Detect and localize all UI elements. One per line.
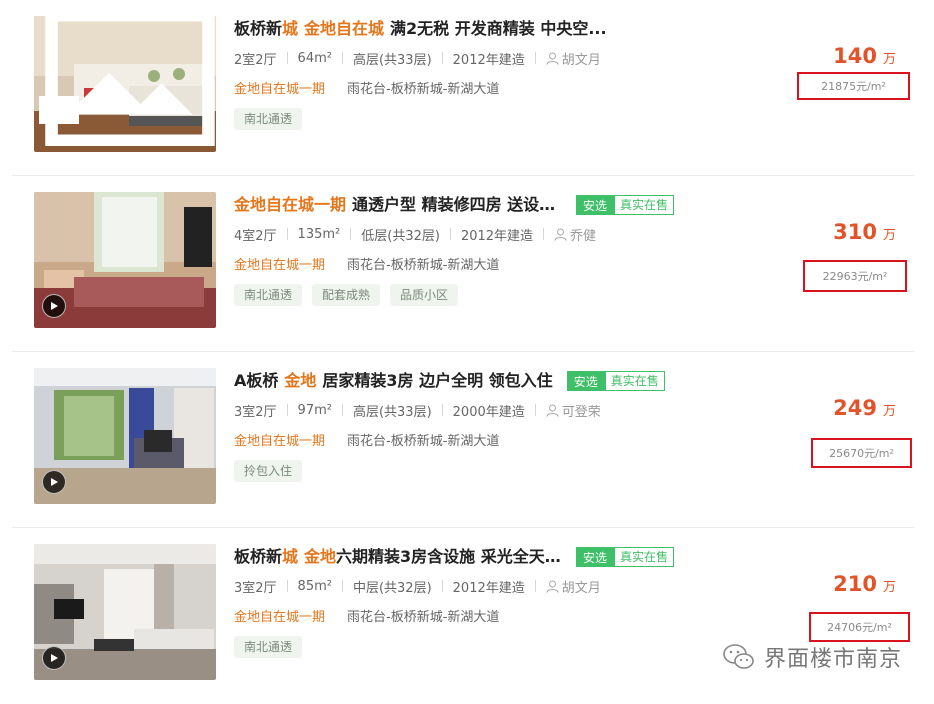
- address: 雨花台-板桥新城-新湖大道: [347, 433, 500, 449]
- verification-badges: 安选 真实在售: [566, 371, 665, 391]
- agent[interactable]: 胡文月: [546, 577, 601, 596]
- verification-badges: 安选 真实在售: [575, 547, 674, 567]
- listing-card[interactable]: 板桥新城金地六期精装3房含设施 采光全天 力小 ... 安选真实在售 3室2厅 …: [12, 528, 914, 704]
- verification-badges: 安选 真实在售: [575, 195, 674, 215]
- listing-info: 3室2厅 97m² 高层(共33层) 2000年建造 可登荣: [234, 400, 601, 420]
- listing-title[interactable]: 金地自在城一期通透户型 精装修四房 送设施 环境... 安选真实在售: [234, 192, 674, 218]
- play-icon[interactable]: [42, 470, 66, 494]
- listing-photo[interactable]: [34, 16, 216, 152]
- area: 64m²: [297, 50, 332, 66]
- unit-price: 25670元/m²: [811, 438, 912, 468]
- area: 97m²: [297, 402, 332, 418]
- tag: 配套成熟: [312, 284, 381, 306]
- user-icon: [546, 580, 559, 593]
- tag: 南北通透: [234, 284, 303, 306]
- tag-list: 南北通透: [234, 636, 303, 658]
- address: 雨花台-板桥新城-新湖大道: [347, 609, 500, 625]
- floor: 低层(共32层): [361, 228, 440, 244]
- listing-title[interactable]: A板桥 金地 居家精装3房 边户全明 领包入住 安选 真实在售: [234, 368, 674, 394]
- layout: 3室2厅: [234, 404, 277, 420]
- area: 135m²: [297, 226, 341, 242]
- community-link[interactable]: 金地自在城一期: [234, 606, 325, 625]
- listing-info: 4室2厅 135m² 低层(共32层) 2012年建造 乔健: [234, 224, 596, 244]
- unit-price: 22963元/m²: [803, 260, 907, 292]
- real-sale-badge: 真实在售: [613, 195, 674, 215]
- build-year: 2012年建造: [460, 228, 534, 244]
- user-icon: [546, 404, 559, 417]
- user-icon: [554, 228, 567, 241]
- layout: 3室2厅: [234, 580, 277, 596]
- user-icon: [546, 52, 559, 65]
- floor: 高层(共33层): [352, 404, 432, 420]
- address: 雨花台-板桥新城-新湖大道: [347, 81, 500, 97]
- total-price: 210 万: [833, 572, 896, 596]
- unit-price: 21875元/m²: [797, 72, 910, 100]
- build-year: 2012年建造: [452, 52, 525, 68]
- photo-icon: [45, 16, 215, 146]
- build-year: 2012年建造: [452, 580, 525, 596]
- unit-price: 24706元/m²: [809, 612, 910, 642]
- wechat-icon: [723, 644, 754, 669]
- listing-location: 金地自在城一期 雨花台-板桥新城-新湖大道: [234, 429, 499, 449]
- anxuan-badge: 安选: [566, 371, 605, 391]
- listing-card[interactable]: 金地自在城一期通透户型 精装修四房 送设施 环境... 安选真实在售 4室2厅 …: [12, 176, 914, 352]
- listing-location: 金地自在城一期 雨花台-板桥新城-新湖大道: [234, 605, 499, 625]
- listing-title[interactable]: 板桥新城金地六期精装3房含设施 采光全天 力小 ... 安选真实在售: [234, 544, 674, 570]
- listing-info: 2室2厅 64m² 高层(共33层) 2012年建造 胡文月: [234, 48, 601, 68]
- listing-location: 金地自在城一期 雨花台-板桥新城-新湖大道: [234, 253, 499, 273]
- agent[interactable]: 乔健: [554, 225, 596, 244]
- listing-info: 3室2厅 85m² 中层(共32层) 2012年建造 胡文月: [234, 576, 601, 596]
- address: 雨花台-板桥新城-新湖大道: [347, 257, 500, 273]
- anxuan-badge: 安选: [575, 547, 614, 567]
- tag: 品质小区: [390, 284, 459, 306]
- listing-location: 金地自在城一期 雨花台-板桥新城-新湖大道: [234, 77, 499, 97]
- real-sale-badge: 真实在售: [613, 547, 674, 567]
- layout: 2室2厅: [234, 52, 277, 68]
- tag-list: 南北通透 配套成熟 品质小区: [234, 284, 459, 306]
- watermark: 界面楼市南京: [722, 640, 902, 674]
- layout: 4室2厅: [234, 228, 277, 244]
- real-sale-badge: 真实在售: [604, 371, 665, 391]
- agent[interactable]: 胡文月: [546, 49, 601, 68]
- floor: 中层(共32层): [352, 580, 432, 596]
- community-link[interactable]: 金地自在城一期: [234, 78, 325, 97]
- tag: 南北通透: [234, 636, 303, 658]
- area: 85m²: [297, 578, 332, 594]
- floor: 高层(共33层): [352, 52, 432, 68]
- tag-list: 拎包入住: [234, 460, 303, 482]
- total-price: 249 万: [833, 396, 896, 420]
- total-price: 140 万: [833, 44, 896, 68]
- listing-photo[interactable]: [34, 544, 216, 680]
- listing-title[interactable]: 板桥新城 金地自在城 满2无税 开发商精装 中央空...: [234, 16, 674, 42]
- listing-photo[interactable]: [34, 192, 216, 328]
- community-link[interactable]: 金地自在城一期: [234, 430, 325, 449]
- agent[interactable]: 可登荣: [546, 401, 601, 420]
- tag: 拎包入住: [234, 460, 303, 482]
- play-icon[interactable]: [42, 294, 66, 318]
- build-year: 2000年建造: [452, 404, 525, 420]
- community-link[interactable]: 金地自在城一期: [234, 254, 325, 273]
- total-price: 310 万: [833, 220, 896, 244]
- tag: 南北通透: [234, 108, 303, 130]
- play-icon[interactable]: [42, 646, 66, 670]
- anxuan-badge: 安选: [575, 195, 614, 215]
- tag-list: 南北通透: [234, 108, 303, 130]
- listing-card[interactable]: A板桥 金地 居家精装3房 边户全明 领包入住 安选 真实在售 3室2厅 97m² 高…: [12, 352, 914, 528]
- listing-card[interactable]: 板桥新城 金地自在城 满2无税 开发商精装 中央空... 2室2厅 64m² 高层(…: [12, 0, 914, 176]
- listing-photo[interactable]: [34, 368, 216, 504]
